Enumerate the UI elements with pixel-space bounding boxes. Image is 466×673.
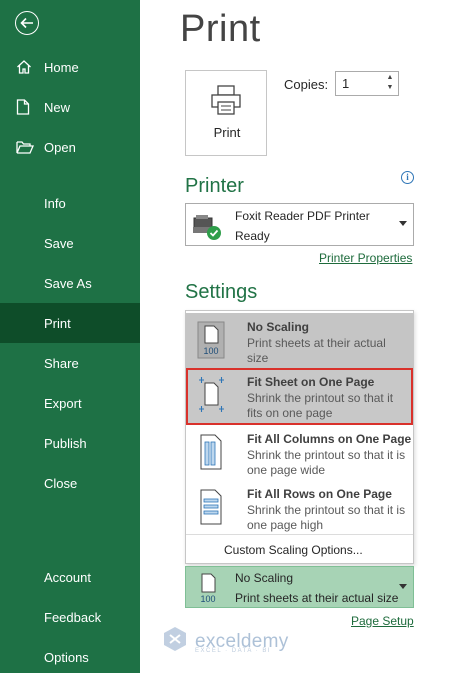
scaling-dropdown-menu: 100 No Scaling Print sheets at their act… bbox=[185, 310, 414, 564]
sidebar-item-account[interactable]: Account bbox=[0, 557, 140, 597]
print-button[interactable]: Print bbox=[185, 70, 267, 156]
sidebar-item-label: Share bbox=[44, 355, 79, 371]
fit-rows-icon bbox=[197, 488, 225, 526]
no-scaling-icon-text: 100 bbox=[203, 346, 218, 356]
back-arrow-icon[interactable] bbox=[15, 11, 39, 35]
printer-properties-link[interactable]: Printer Properties bbox=[319, 251, 412, 265]
settings-heading: Settings bbox=[185, 281, 258, 303]
chevron-up-icon[interactable]: ▲ bbox=[385, 73, 395, 83]
spin-buttons[interactable]: ▲ ▼ bbox=[385, 73, 395, 93]
printer-select[interactable]: Foxit Reader PDF Printer Ready bbox=[185, 203, 414, 246]
printer-heading: Printer bbox=[185, 175, 244, 197]
dropdown-arrow-icon bbox=[399, 221, 407, 226]
fit-columns-icon bbox=[197, 433, 225, 471]
printer-name: Foxit Reader PDF Printer bbox=[235, 209, 370, 223]
menu-item-desc: Shrink the printout so that it fits on o… bbox=[247, 391, 394, 420]
sidebar-item-info[interactable]: Info bbox=[0, 183, 140, 223]
sidebar-item-options[interactable]: Options bbox=[0, 637, 140, 673]
menu-item-fit-all-rows[interactable]: Fit All Rows on One Page Shrink the prin… bbox=[186, 480, 413, 535]
menu-item-desc: Print sheets at their actual size bbox=[247, 336, 386, 365]
sidebar-item-publish[interactable]: Publish bbox=[0, 423, 140, 463]
sidebar-item-feedback[interactable]: Feedback bbox=[0, 597, 140, 637]
sidebar-item-open[interactable]: Open bbox=[0, 127, 140, 167]
sidebar-item-close[interactable]: Close bbox=[0, 463, 140, 503]
menu-item-desc: Shrink the printout so that it is one pa… bbox=[247, 503, 406, 532]
backstage-sidebar: Home New Open Info Save Save As Print Sh… bbox=[0, 0, 140, 673]
page-setup-link[interactable]: Page Setup bbox=[351, 614, 414, 628]
exceldemy-logo-icon bbox=[161, 625, 189, 658]
scaling-select[interactable]: 100 No Scaling Print sheets at their act… bbox=[185, 566, 414, 608]
sidebar-item-label: Close bbox=[44, 475, 78, 491]
sidebar-item-save[interactable]: Save bbox=[0, 223, 140, 263]
sidebar-item-label: Feedback bbox=[44, 609, 102, 625]
sidebar-item-label: Export bbox=[44, 395, 82, 411]
copies-label: Copies: bbox=[284, 77, 329, 92]
sidebar-item-label: Account bbox=[44, 569, 91, 585]
printer-ready-icon bbox=[192, 215, 224, 246]
custom-scaling-options[interactable]: Custom Scaling Options... bbox=[224, 543, 363, 557]
page-title: Print bbox=[180, 8, 261, 50]
printer-icon bbox=[209, 83, 243, 122]
new-document-icon bbox=[16, 99, 44, 115]
menu-divider bbox=[186, 534, 413, 535]
sidebar-item-label: Home bbox=[44, 59, 79, 75]
sidebar-item-new[interactable]: New bbox=[0, 87, 140, 127]
menu-item-no-scaling[interactable]: 100 No Scaling Print sheets at their act… bbox=[186, 313, 413, 368]
sidebar-item-export[interactable]: Export bbox=[0, 383, 140, 423]
sidebar-item-save-as[interactable]: Save As bbox=[0, 263, 140, 303]
sidebar-item-print[interactable]: Print bbox=[0, 303, 140, 343]
sidebar-item-label: Publish bbox=[44, 435, 87, 451]
sidebar-item-label: Print bbox=[44, 315, 71, 331]
menu-item-title: Fit Sheet on One Page bbox=[247, 375, 375, 389]
sidebar-item-label: Options bbox=[44, 649, 89, 665]
sidebar-item-home[interactable]: Home bbox=[0, 47, 140, 87]
scaling-icon-text: 100 bbox=[200, 594, 215, 604]
info-icon[interactable]: i bbox=[401, 171, 414, 184]
watermark-tagline: EXCEL · DATA · BI bbox=[195, 648, 272, 654]
scaling-current-title: No Scaling bbox=[235, 571, 294, 585]
chevron-down-icon[interactable]: ▼ bbox=[385, 83, 395, 93]
sidebar-item-label: Info bbox=[44, 195, 66, 211]
sidebar-item-label: Open bbox=[44, 139, 76, 155]
sidebar-item-label: Save As bbox=[44, 275, 92, 291]
sidebar-item-share[interactable]: Share bbox=[0, 343, 140, 383]
scaling-current-desc: Print sheets at their actual size bbox=[235, 591, 399, 605]
sidebar-item-label: New bbox=[44, 99, 71, 115]
no-scaling-icon: 100 bbox=[197, 572, 223, 609]
copies-value: 1 bbox=[342, 76, 350, 91]
menu-item-fit-all-columns[interactable]: Fit All Columns on One Page Shrink the p… bbox=[186, 425, 413, 480]
dropdown-arrow-icon bbox=[399, 584, 407, 589]
menu-item-fit-sheet-on-one-page[interactable]: Fit Sheet on One Page Shrink the printou… bbox=[186, 368, 413, 425]
menu-item-desc: Shrink the printout so that it is one pa… bbox=[247, 448, 406, 477]
menu-item-title: No Scaling bbox=[247, 320, 310, 334]
open-folder-icon bbox=[16, 140, 44, 155]
exceldemy-watermark: exceldemy EXCEL · DATA · BI bbox=[161, 625, 289, 658]
menu-item-title: Fit All Columns on One Page bbox=[247, 432, 412, 446]
sidebar-item-label: Save bbox=[44, 235, 74, 251]
printer-status: Ready bbox=[235, 229, 270, 243]
copies-stepper[interactable]: 1 ▲ ▼ bbox=[335, 71, 399, 96]
fit-sheet-icon bbox=[197, 376, 225, 414]
home-icon bbox=[16, 59, 44, 75]
print-button-label: Print bbox=[213, 125, 241, 140]
menu-item-title: Fit All Rows on One Page bbox=[247, 487, 392, 501]
no-scaling-icon: 100 bbox=[197, 321, 225, 359]
